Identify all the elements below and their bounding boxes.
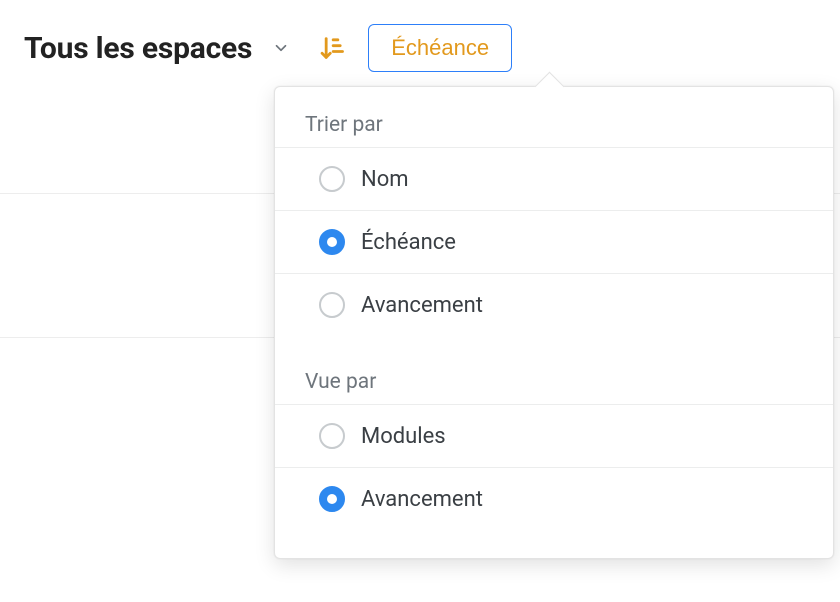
sort-filter-button-label: Échéance	[391, 35, 489, 60]
space-selector[interactable]: Tous les espaces	[24, 31, 290, 66]
sort-option-name[interactable]: Nom	[275, 148, 833, 211]
view-options-list: Modules Avancement	[275, 404, 833, 530]
sort-filter-button[interactable]: Échéance	[368, 24, 512, 72]
sort-view-dropdown: Trier par Nom Échéance Avancement Vue pa…	[274, 86, 834, 559]
sort-option-label: Avancement	[361, 293, 483, 318]
radio-icon	[319, 292, 345, 318]
radio-icon	[319, 423, 345, 449]
view-section-label: Vue par	[275, 366, 833, 404]
view-option-progress[interactable]: Avancement	[275, 468, 833, 530]
view-option-label: Modules	[361, 424, 446, 449]
sort-option-progress[interactable]: Avancement	[275, 274, 833, 336]
radio-checked-icon	[319, 229, 345, 255]
sort-option-label: Échéance	[361, 230, 456, 255]
radio-checked-icon	[319, 486, 345, 512]
top-bar: Tous les espaces Échéance	[0, 0, 840, 96]
sort-section-label: Trier par	[275, 109, 833, 147]
sort-options-list: Nom Échéance Avancement	[275, 147, 833, 336]
sort-option-label: Nom	[361, 167, 409, 192]
view-option-label: Avancement	[361, 487, 483, 512]
radio-icon	[319, 166, 345, 192]
sort-option-due-date[interactable]: Échéance	[275, 211, 833, 274]
chevron-down-icon	[272, 39, 290, 57]
sort-direction-icon[interactable]	[314, 30, 350, 66]
page-title: Tous les espaces	[24, 31, 252, 66]
view-option-modules[interactable]: Modules	[275, 405, 833, 468]
